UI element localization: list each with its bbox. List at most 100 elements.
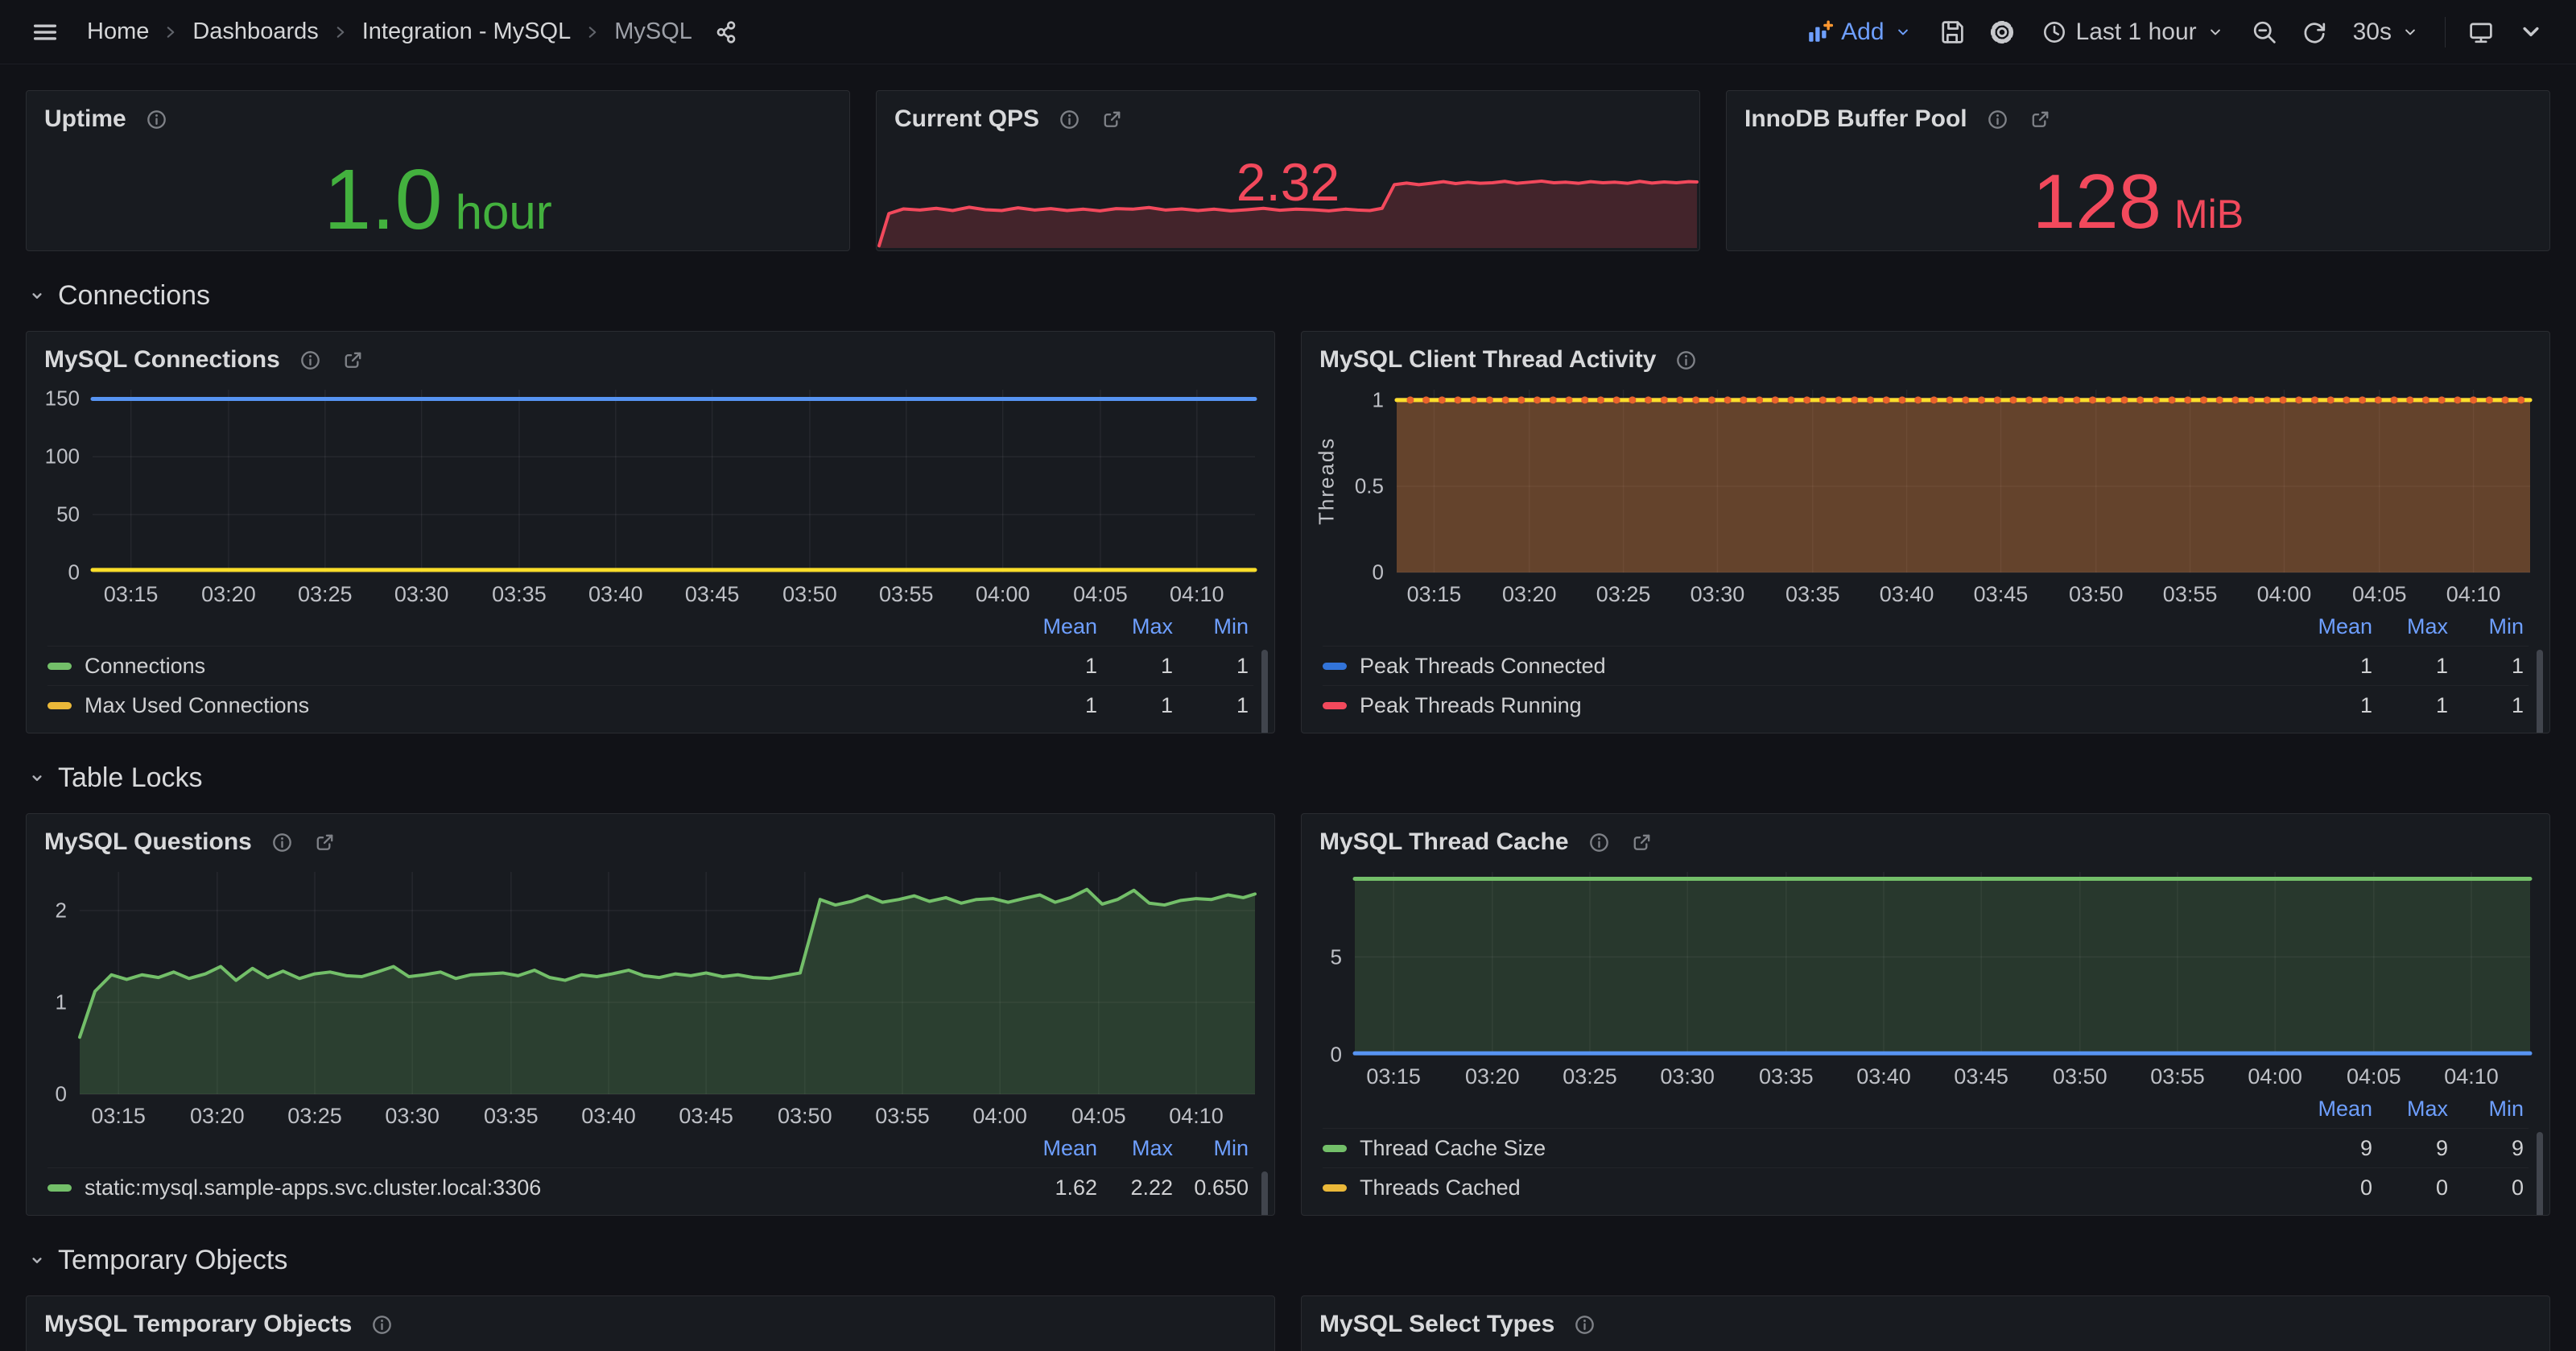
settings-gear-icon[interactable] <box>1981 11 2023 53</box>
panel-header[interactable]: MySQL Temporary Objects <box>27 1296 1274 1345</box>
zoom-out-icon[interactable] <box>2244 11 2285 53</box>
legend-col-mean[interactable]: Mean <box>1022 614 1097 639</box>
series-color-pill <box>1323 1184 1347 1192</box>
clock-icon <box>2041 19 2068 46</box>
breadcrumb-integration-mysql[interactable]: Integration - MySQL <box>356 15 578 48</box>
legend-col-mean[interactable]: Mean <box>1022 1136 1097 1161</box>
time-series-plot[interactable] <box>1355 872 2530 1055</box>
legend: Mean Max Min Connections 1 1 1 Max Used … <box>27 609 1274 733</box>
temporary-objects-row: MySQL Temporary Objects MySQL Select Typ… <box>26 1295 2550 1351</box>
info-icon[interactable] <box>270 830 295 855</box>
legend-min-value: 1 <box>2448 693 2524 718</box>
info-icon[interactable] <box>1985 107 2010 132</box>
refresh-interval-picker[interactable]: 30s <box>2343 12 2430 52</box>
legend-scrollbar[interactable] <box>1261 1171 1268 1216</box>
legend-max-value: 9 <box>2372 1136 2448 1161</box>
add-panel-icon <box>1806 19 1833 46</box>
share-icon[interactable] <box>705 11 747 53</box>
external-link-icon[interactable] <box>1100 107 1125 132</box>
legend-series-label[interactable]: Peak Threads Running <box>1360 693 2297 718</box>
legend-col-min[interactable]: Min <box>1173 1136 1249 1161</box>
panel-header[interactable]: MySQL Select Types <box>1302 1296 2549 1345</box>
legend-series-label[interactable]: Max Used Connections <box>85 693 1022 718</box>
panel-header[interactable]: MySQL Client Thread Activity <box>1302 332 2549 380</box>
breadcrumb-dashboards[interactable]: Dashboards <box>186 15 324 48</box>
legend-col-mean[interactable]: Mean <box>2297 1097 2372 1122</box>
x-axis: 03:1503:2003:2503:3003:3503:4003:4503:50… <box>1355 1055 2530 1092</box>
external-link-icon[interactable] <box>312 830 337 855</box>
panel-header[interactable]: MySQL Thread Cache <box>1302 814 2549 862</box>
time-series-plot[interactable] <box>93 390 1255 572</box>
legend: Mean Max Min static:mysql.sample-apps.sv… <box>27 1131 1274 1215</box>
panel-header[interactable]: Uptime <box>27 91 849 139</box>
panel-header[interactable]: InnoDB Buffer Pool <box>1727 91 2549 139</box>
series-color-pill <box>47 663 72 670</box>
panel-header[interactable]: MySQL Questions <box>27 814 1274 862</box>
info-icon[interactable] <box>144 107 169 132</box>
legend-scrollbar[interactable] <box>2537 1132 2543 1216</box>
panel-uptime: Uptime 1.0 hour <box>26 90 850 251</box>
info-icon[interactable] <box>1587 830 1612 855</box>
time-series-plot[interactable] <box>1397 390 2530 572</box>
info-icon[interactable] <box>1572 1312 1597 1337</box>
refresh-icon[interactable] <box>2293 11 2335 53</box>
legend-scrollbar[interactable] <box>1261 650 1268 733</box>
breadcrumb-home[interactable]: Home <box>80 15 155 48</box>
legend-series-label[interactable]: Peak Threads Connected <box>1360 654 2297 679</box>
legend-col-max[interactable]: Max <box>2372 614 2448 639</box>
x-axis: 03:1503:2003:2503:3003:3503:4003:4503:50… <box>80 1094 1255 1131</box>
save-dashboard-icon[interactable] <box>1931 11 1973 53</box>
info-icon[interactable] <box>1674 348 1699 373</box>
legend-col-min[interactable]: Min <box>2448 1097 2524 1122</box>
series-color-pill <box>1323 1145 1347 1152</box>
info-icon[interactable] <box>369 1312 394 1337</box>
panel-header[interactable]: Current QPS <box>877 91 1699 139</box>
legend-series-label[interactable]: static:mysql.sample-apps.svc.cluster.loc… <box>85 1175 1022 1200</box>
chart-area: 05 03:1503:2003:2503:3003:3503:4003:4503… <box>1302 862 2549 1092</box>
legend-min-value: 0 <box>2448 1175 2524 1200</box>
info-icon[interactable] <box>1057 107 1082 132</box>
chevron-right-icon <box>160 22 181 43</box>
tv-mode-icon[interactable] <box>2460 11 2502 53</box>
legend-col-mean[interactable]: Mean <box>2297 614 2372 639</box>
section-title: Connections <box>58 280 210 312</box>
panel-title: MySQL Questions <box>44 828 252 856</box>
panel-header[interactable]: MySQL Connections <box>27 332 1274 380</box>
legend-col-max[interactable]: Max <box>2372 1097 2448 1122</box>
info-icon[interactable] <box>298 348 323 373</box>
chevron-down-icon[interactable] <box>2510 11 2552 53</box>
panel-title: Uptime <box>44 105 126 133</box>
legend-col-max[interactable]: Max <box>1097 1136 1173 1161</box>
legend-header: Mean Max Min <box>1323 609 2529 646</box>
legend-row: Peak Threads Running 1 1 1 <box>1323 685 2529 725</box>
legend-col-max[interactable]: Max <box>1097 614 1173 639</box>
legend-col-min[interactable]: Min <box>1173 614 1249 639</box>
chart-area: 012 03:1503:2003:2503:3003:3503:4003:450… <box>27 862 1274 1131</box>
section-temporary-objects[interactable]: Temporary Objects <box>26 1245 2550 1276</box>
panel-mysql-temporary-objects: MySQL Temporary Objects <box>26 1295 1275 1351</box>
menu-icon[interactable] <box>24 11 66 53</box>
panel-title: MySQL Client Thread Activity <box>1319 346 1656 374</box>
chevron-right-icon <box>582 22 603 43</box>
legend-scrollbar[interactable] <box>2537 650 2543 733</box>
legend-mean-value: 1 <box>1022 654 1097 679</box>
external-link-icon[interactable] <box>1629 830 1654 855</box>
external-link-icon[interactable] <box>2028 107 2053 132</box>
section-connections[interactable]: Connections <box>26 280 2550 312</box>
legend-series-label[interactable]: Thread Cache Size <box>1360 1136 2297 1161</box>
section-table-locks[interactable]: Table Locks <box>26 762 2550 794</box>
legend-max-value: 2.22 <box>1097 1175 1173 1200</box>
legend-series-label[interactable]: Connections <box>85 654 1022 679</box>
time-range-picker[interactable]: Last 1 hour <box>2031 12 2235 52</box>
legend-series-label[interactable]: Threads Cached <box>1360 1175 2297 1200</box>
legend-max-value: 1 <box>1097 654 1173 679</box>
panel-current-qps: Current QPS 2.32 <box>876 90 1700 251</box>
external-link-icon[interactable] <box>341 348 365 373</box>
legend-col-min[interactable]: Min <box>2448 614 2524 639</box>
series-color-pill <box>47 1184 72 1192</box>
time-series-plot[interactable] <box>80 872 1255 1094</box>
series-color-pill <box>47 702 72 709</box>
panel-mysql-thread-cache: MySQL Thread Cache 05 03:1503:2003:2503:… <box>1301 813 2550 1216</box>
add-button[interactable]: Add <box>1796 12 1922 52</box>
legend: Mean Max Min Peak Threads Connected 1 1 … <box>1302 609 2549 733</box>
